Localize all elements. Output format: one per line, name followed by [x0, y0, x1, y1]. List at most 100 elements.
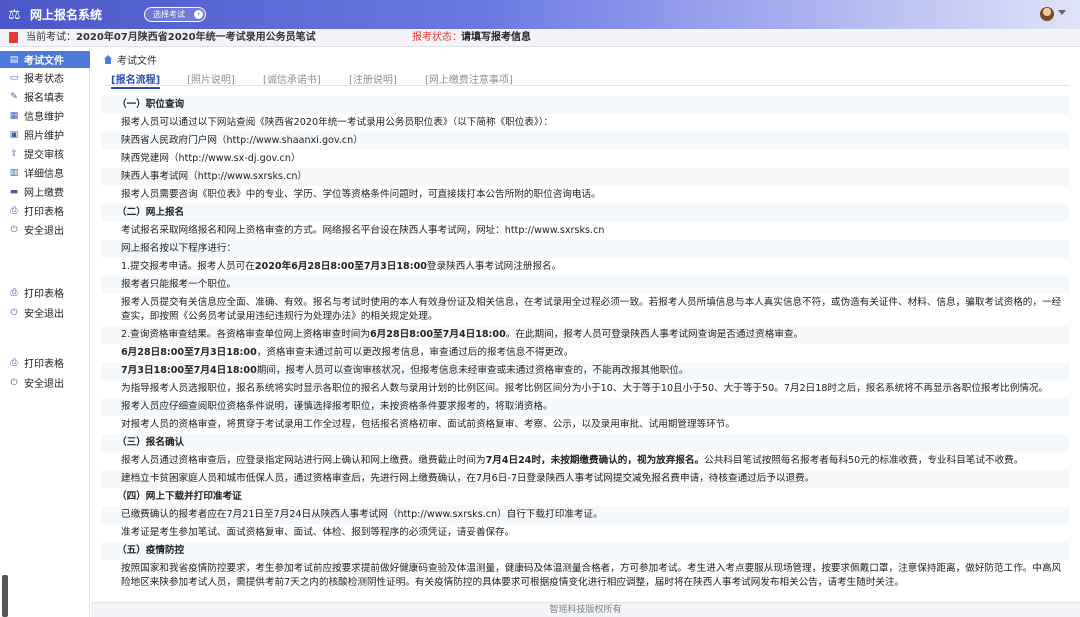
content-line: 按照国家和我省疫情防控要求，考生参加考试前应按要求提前做好健康码查验及体温测量，…: [101, 560, 1069, 592]
content-line: 6月28日8:00至7月3日18:00，资格审查未通过前可以更改报考信息，审查通…: [101, 344, 1069, 362]
scrollbar-handle[interactable]: [2, 575, 8, 617]
emphasis-text: 6月28日8:00至7月3日18:00: [121, 347, 257, 358]
printer-icon: ⎙: [10, 205, 18, 216]
sidebar-item-exam-files[interactable]: ▤ 考试文件: [0, 51, 90, 68]
line-text: 建档立卡贫困家庭人员和城市低保人员，通过资格审查后，先进行网上缴费确认，在7月6…: [121, 473, 815, 484]
sidebar-item-photo[interactable]: ▣ 照片维护: [0, 126, 90, 143]
chevron-down-icon[interactable]: [1058, 10, 1066, 15]
sidebar-item-print[interactable]: ⎙ 打印表格: [0, 202, 90, 219]
top-bar: ⚖ 网上报名系统 选择考试 ›: [0, 0, 1080, 29]
line-text: 陕西省人民政府门户网（http://www.shaanxi.gov.cn）: [121, 135, 363, 146]
content-line: 报考人员提交有关信息应全面、准确、有效。报名与考试时使用的本人有效身份证及相关信…: [101, 294, 1069, 326]
content-line: 陕西省人民政府门户网（http://www.shaanxi.gov.cn）: [101, 132, 1069, 150]
line-text: （五）疫情防控: [117, 545, 185, 556]
card-icon: ▬: [9, 186, 19, 197]
tab-register-guide[interactable]: [注册说明]: [349, 71, 397, 86]
content-line: 7月3日18:00至7月4日18:00期间，报考人员可以查询审核状况，但报考信息…: [101, 362, 1069, 380]
tab-payment-notice[interactable]: [网上缴费注意事项]: [425, 71, 513, 86]
line-text: 陕西人事考试网（http://www.sxrsks.cn）: [121, 171, 308, 182]
line-text: 对报考人员的资格审查，将贯穿于考试录用工作全过程，包括报名资格初审、面试前资格复…: [121, 419, 735, 430]
line-text: 报考人员通过资格审查后，应登录指定网站进行网上确认和网上缴费。缴费截止时间为: [121, 455, 486, 466]
power-icon: ⏻: [10, 224, 18, 235]
arrow-right-icon: ›: [194, 10, 203, 19]
line-text: 报考人员需要咨询《职位表》中的专业、学历、学位等资格条件问题时，可直接拨打本公告…: [121, 189, 601, 200]
content-line: 网上报名按以下程序进行：: [101, 240, 1069, 258]
line-text: 。在此期间，报考人员可登录陕西人事考试网查询是否通过资格审查。: [505, 329, 804, 340]
line-text: 报考者只能报考一个职位。: [121, 279, 237, 290]
sidebar-item-label: 打印表格: [24, 359, 64, 370]
line-text: 登录陕西人事考试网注册报名。: [426, 261, 562, 272]
sidebar-item-label: 安全退出: [24, 379, 64, 390]
emphasis-text: 6月28日8:00至7月4日18:00: [370, 329, 506, 340]
current-exam-value: 2020年07月陕西省2020年统一考试录用公务员笔试: [76, 32, 316, 43]
section-heading: （二）网上报名: [101, 204, 1069, 222]
current-exam: 当前考试：2020年07月陕西省2020年统一考试录用公务员笔试: [26, 29, 316, 46]
line-text: 公共科目笔试按照每名报考者每科50元的标准收费，专业科目笔试不收费。: [704, 455, 1024, 466]
content-line: 报考人员应仔细查阅职位资格条件说明，谨慎选择报考职位，未按资格条件要求报考的，将…: [101, 398, 1069, 416]
content-line: 建档立卡贫困家庭人员和城市低保人员，通过资格审查后，先进行网上缴费确认，在7月6…: [101, 470, 1069, 488]
section-heading: （三）报名确认: [101, 434, 1069, 452]
section-heading: （五）疫情防控: [101, 542, 1069, 560]
sidebar-item-print[interactable]: ⎙ 打印表格: [0, 354, 90, 371]
select-exam-button[interactable]: 选择考试 ›: [144, 7, 206, 22]
sidebar-item-logout[interactable]: ⏻ 安全退出: [0, 221, 90, 238]
sidebar-item-payment[interactable]: ▬ 网上缴费: [0, 183, 90, 200]
monitor-icon: ▭: [9, 72, 19, 83]
document-icon: [9, 32, 18, 43]
printer-icon: ⎙: [10, 357, 18, 368]
tab-registration-process[interactable]: [报名流程]: [111, 71, 161, 89]
content-line: 陕西人事考试网（http://www.sxrsks.cn）: [101, 168, 1069, 186]
content-line: 对报考人员的资格审查，将贯穿于考试录用工作全过程，包括报名资格初审、面试前资格复…: [101, 416, 1069, 434]
upload-icon: ⇪: [10, 148, 18, 159]
line-text: ，资格审查未通过前可以更改报考信息，审查通过后的报考信息不得更改。: [256, 347, 574, 358]
content-line: 已缴费确认的报考者应在7月21日至7月24日从陕西人事考试网（http://ww…: [101, 506, 1069, 524]
sidebar-item-submit-review[interactable]: ⇪ 提交审核: [0, 145, 90, 162]
tab-photo-guide[interactable]: [照片说明]: [187, 71, 235, 86]
document-content: （一）职位查询报考人员可以通过以下网站查阅《陕西省2020年统一考试录用公务员职…: [101, 96, 1080, 596]
sidebar-item-info-maintain[interactable]: ▦ 信息维护: [0, 107, 90, 124]
sidebar-item-label: 详细信息: [24, 169, 64, 180]
sidebar-item-label: 信息维护: [24, 112, 64, 123]
content-line: 准考证是考生参加笔试、面试资格复审、面试、体检、报到等程序的必须凭证，请妥善保存…: [101, 524, 1069, 542]
printer-icon: ⎙: [10, 287, 18, 298]
user-avatar[interactable]: [1040, 7, 1054, 21]
sidebar-item-logout[interactable]: ⏻ 安全退出: [0, 374, 90, 391]
emphasis-text: 7月3日18:00至7月4日18:00: [121, 365, 257, 376]
line-text: （二）网上报名: [117, 207, 185, 218]
line-text: （四）网上下载并打印准考证: [117, 491, 242, 502]
line-text: 2.查询资格审查结果。各资格审查单位网上资格审查时间为: [121, 329, 370, 340]
line-text: 已缴费确认的报考者应在7月21日至7月24日从陕西人事考试网（http://ww…: [121, 509, 603, 520]
sidebar-item-label: 提交审核: [24, 150, 64, 161]
select-exam-label: 选择考试: [153, 10, 185, 19]
power-icon: ⏻: [10, 307, 18, 318]
content-line: 报考人员可以通过以下网站查阅《陕西省2020年统一考试录用公务员职位表》（以下简…: [101, 114, 1069, 132]
line-text: （三）报名确认: [117, 437, 185, 448]
content-line: 报考者只能报考一个职位。: [101, 276, 1069, 294]
sidebar-item-fill-form[interactable]: ✎ 报名填表: [0, 88, 90, 105]
sidebar-item-label: 考试文件: [24, 56, 64, 67]
tab-bar: [报名流程] [照片说明] [诚信承诺书] [注册说明] [网上缴费注意事项]: [105, 70, 1070, 89]
sidebar-item-label: 报考状态: [24, 74, 64, 85]
line-text: （一）职位查询: [117, 99, 185, 110]
line-text: 为指导报考人员选报职位，报名系统将实时显示各职位的报名人数与录用计划的比例区间。…: [121, 383, 1049, 394]
line-text: 报考人员可以通过以下网站查阅《陕西省2020年统一考试录用公务员职位表》（以下简…: [121, 117, 554, 128]
scales-icon: ⚖: [8, 6, 21, 23]
pencil-icon: ✎: [10, 91, 18, 102]
sidebar-item-label: 报名填表: [24, 93, 64, 104]
sidebar: ▤ 考试文件 ▭ 报考状态 ✎ 报名填表 ▦ 信息维护 ▣ 照片维护 ⇪ 提交审核 ▥ 详细信…: [0, 48, 90, 617]
footer-copyright: 智瑶科技版权所有: [91, 602, 1080, 617]
sidebar-item-details[interactable]: ▥ 详细信息: [0, 164, 90, 181]
sidebar-item-status[interactable]: ▭ 报考状态: [0, 69, 90, 86]
tab-integrity-pledge[interactable]: [诚信承诺书]: [263, 71, 321, 86]
sidebar-item-logout[interactable]: ⏻ 安全退出: [0, 304, 90, 321]
exam-info-bar: 当前考试：2020年07月陕西省2020年统一考试录用公务员笔试 报考状态： 请…: [0, 29, 1080, 47]
sidebar-item-print[interactable]: ⎙ 打印表格: [0, 284, 90, 301]
status-value: 请填写报考信息: [461, 32, 531, 43]
line-text: 报考人员应仔细查阅职位资格条件说明，谨慎选择报考职位，未按资格条件要求报考的，将…: [121, 401, 553, 412]
document-icon: ▤: [9, 54, 19, 65]
content-line: 2.查询资格审查结果。各资格审查单位网上资格审查时间为6月28日8:00至7月4…: [101, 326, 1069, 344]
main-panel: 考试文件 [报名流程] [照片说明] [诚信承诺书] [注册说明] [网上缴费注…: [91, 48, 1080, 617]
emphasis-text: 2020年6月28日8:00至7月3日18:00: [254, 261, 427, 272]
sidebar-item-label: 网上缴费: [24, 188, 64, 199]
line-text: 期间，报考人员可以查询审核状况，但报考信息未经审查或未通过资格审查的，不能再改报…: [256, 365, 689, 376]
